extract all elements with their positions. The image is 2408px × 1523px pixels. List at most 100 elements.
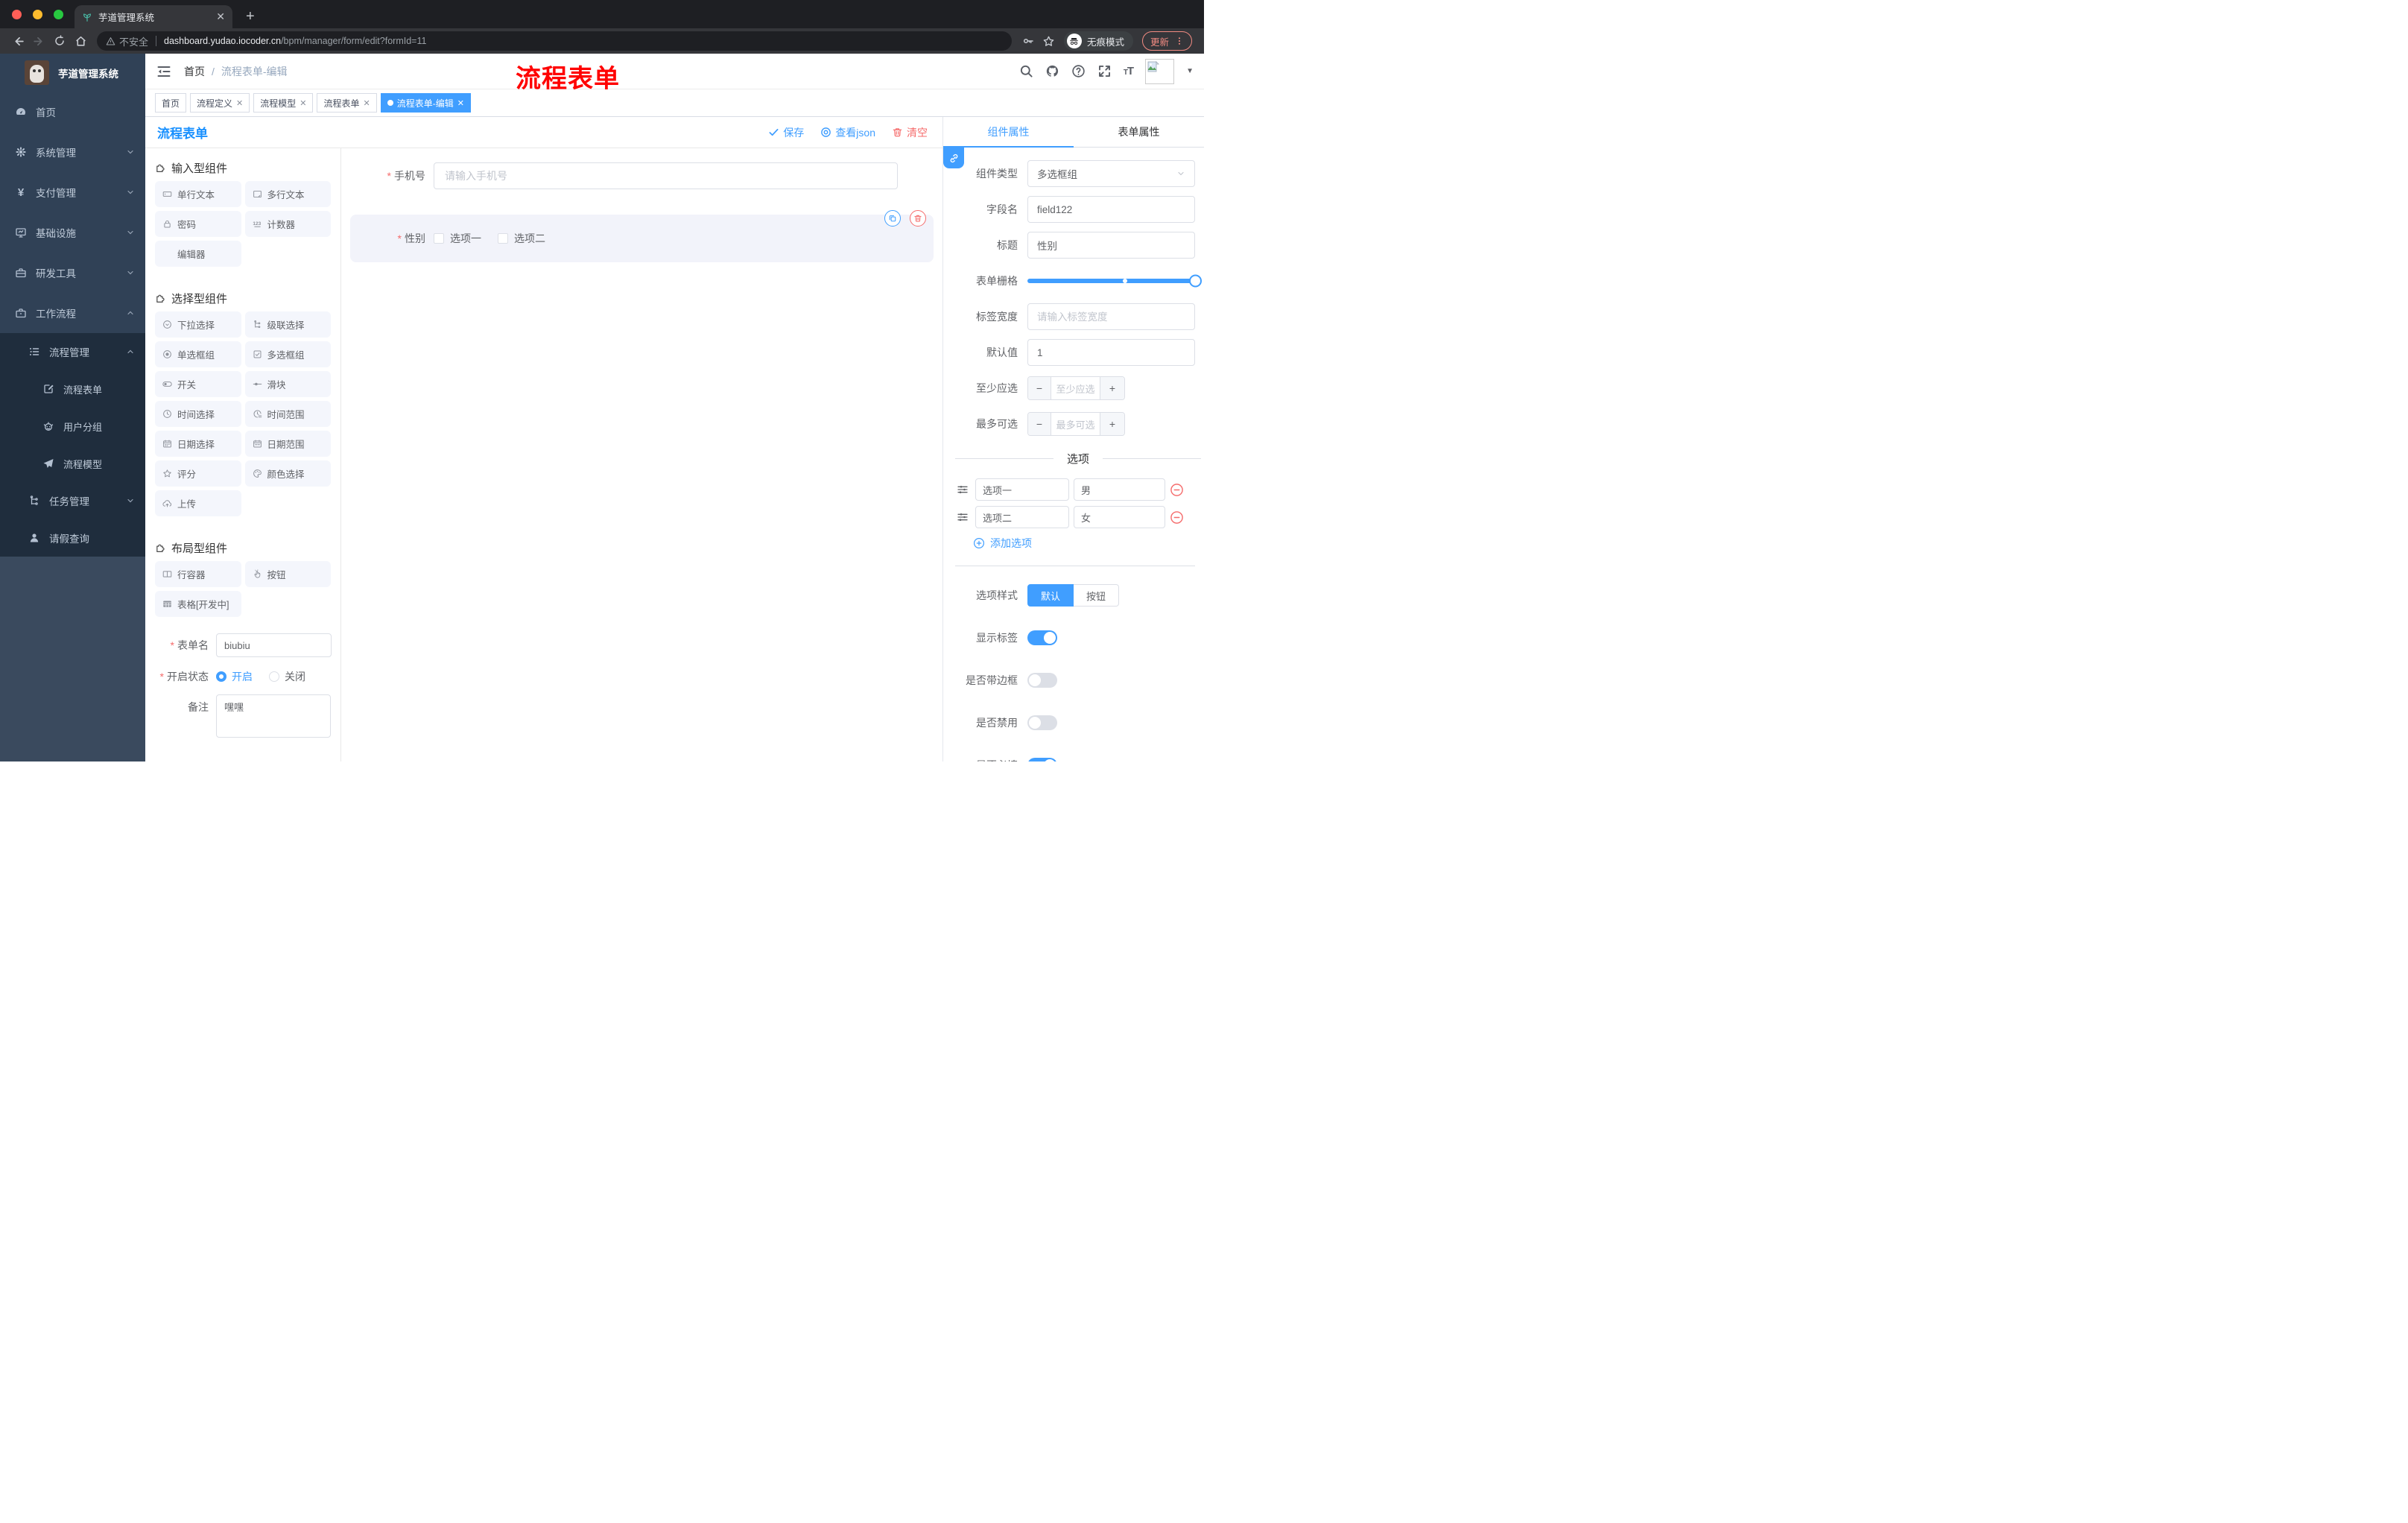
min-select-stepper[interactable]: − 至少应选 + — [1027, 376, 1125, 400]
default-value-input[interactable] — [1027, 339, 1195, 366]
option-value-input[interactable] — [1074, 506, 1165, 528]
palette-item-date-range[interactable]: 日期范围 — [244, 431, 331, 457]
add-option-button[interactable]: 添加选项 — [973, 536, 1204, 551]
home-icon[interactable] — [70, 31, 91, 51]
title-input[interactable] — [1027, 232, 1195, 259]
avatar-caret-icon[interactable]: ▼ — [1186, 67, 1194, 75]
decrease-button[interactable]: − — [1028, 377, 1051, 399]
bookmark-star-icon[interactable] — [1039, 31, 1059, 51]
palette-item-rate[interactable]: 评分 — [155, 460, 241, 487]
option-label-input[interactable] — [975, 506, 1069, 528]
app-logo[interactable]: 芋道管理系统 — [0, 54, 145, 92]
palette-item-editor[interactable]: 编辑器 — [155, 241, 241, 267]
tag-process-form-edit[interactable]: 流程表单-编辑 ✕ — [380, 93, 471, 113]
back-icon[interactable] — [7, 31, 28, 51]
palette-item-slider[interactable]: 滑块 — [244, 371, 331, 397]
sidebar-item-process-manage[interactable]: 流程管理 — [0, 333, 145, 370]
palette-item-counter[interactable]: 123 计数器 — [244, 211, 331, 237]
field-phone[interactable]: 手机号 — [350, 162, 934, 189]
gender-option-1[interactable]: 选项一 — [434, 231, 481, 246]
link-icon[interactable] — [943, 148, 964, 168]
field-name-input[interactable] — [1027, 196, 1195, 223]
maximize-window-button[interactable] — [54, 10, 63, 19]
help-icon[interactable] — [1071, 64, 1086, 78]
field-gender-selected[interactable]: 性别 选项一 选项二 — [350, 210, 934, 262]
palette-item-checkbox-group[interactable]: 多选框组 — [244, 341, 331, 367]
palette-item-date-pick[interactable]: 日期选择 — [155, 431, 241, 457]
font-size-icon[interactable]: TT — [1124, 65, 1134, 77]
form-remark-textarea[interactable]: 嘿嘿 — [216, 694, 331, 738]
sidebar-item-devtools[interactable]: 研发工具 — [0, 253, 145, 293]
palette-item-time-range[interactable]: 时间范围 — [244, 401, 331, 427]
tag-process-definition[interactable]: 流程定义 ✕ — [190, 93, 250, 113]
style-button-button[interactable]: 按钮 — [1074, 584, 1120, 607]
clear-button[interactable]: 清空 — [892, 125, 928, 140]
sidebar-item-payment[interactable]: ¥ 支付管理 — [0, 172, 145, 212]
reload-icon[interactable] — [49, 31, 70, 51]
new-tab-button[interactable]: + — [246, 7, 255, 25]
sidebar-item-task-manage[interactable]: 任务管理 — [0, 482, 145, 519]
palette-item-multi-text[interactable]: 多行文本 — [244, 181, 331, 207]
palette-item-button[interactable]: 按钮 — [244, 561, 331, 587]
show-label-toggle[interactable] — [1027, 630, 1057, 645]
form-canvas[interactable]: 手机号 性别 选项一 选项二 — [341, 148, 942, 762]
status-on-radio[interactable]: 开启 — [216, 669, 253, 684]
search-icon[interactable] — [1019, 64, 1033, 78]
decrease-button[interactable]: − — [1028, 413, 1051, 435]
browser-tab[interactable]: 芋道管理系统 ✕ — [75, 5, 232, 28]
palette-item-radio-group[interactable]: 单选框组 — [155, 341, 241, 367]
drag-handle-icon[interactable] — [957, 511, 969, 523]
delete-field-button[interactable] — [910, 210, 926, 227]
component-type-select[interactable]: 多选框组 — [1027, 160, 1195, 187]
fullscreen-icon[interactable] — [1097, 64, 1112, 78]
sidebar-item-leave-query[interactable]: 请假查询 — [0, 519, 145, 557]
remove-option-button[interactable] — [1170, 483, 1184, 497]
palette-item-switch[interactable]: 开关 — [155, 371, 241, 397]
tab-component-props[interactable]: 组件属性 — [943, 117, 1074, 147]
sidebar-item-process-form[interactable]: 流程表单 — [0, 370, 145, 408]
tag-close-icon[interactable]: ✕ — [457, 98, 464, 108]
tag-home[interactable]: 首页 — [155, 93, 187, 113]
view-json-button[interactable]: 查看json — [820, 125, 875, 140]
checkbox[interactable] — [498, 233, 508, 244]
palette-item-password[interactable]: 密码 — [155, 211, 241, 237]
palette-item-single-text[interactable]: 单行文本 — [155, 181, 241, 207]
min-select-value[interactable]: 至少应选 — [1051, 377, 1100, 399]
style-default-button[interactable]: 默认 — [1027, 584, 1074, 607]
form-name-input[interactable] — [216, 633, 332, 657]
sidebar-item-home[interactable]: 首页 — [0, 92, 145, 132]
max-select-stepper[interactable]: − 最多可选 + — [1027, 412, 1125, 436]
copy-field-button[interactable] — [884, 210, 901, 227]
palette-item-cascader[interactable]: 级联选择 — [244, 311, 331, 338]
save-button[interactable]: 保存 — [768, 125, 804, 140]
palette-item-time-pick[interactable]: 时间选择 — [155, 401, 241, 427]
tab-form-props[interactable]: 表单属性 — [1074, 117, 1204, 147]
palette-item-color-pick[interactable]: 颜色选择 — [244, 460, 331, 487]
remove-option-button[interactable] — [1170, 510, 1184, 525]
breadcrumb-home[interactable]: 首页 — [184, 64, 205, 79]
browser-menu-dots-icon[interactable] — [1175, 36, 1184, 46]
checkbox[interactable] — [434, 233, 444, 244]
minimize-window-button[interactable] — [33, 10, 42, 19]
max-select-value[interactable]: 最多可选 — [1051, 413, 1100, 435]
close-window-button[interactable] — [12, 10, 22, 19]
sidebar-item-workflow[interactable]: 工作流程 — [0, 293, 145, 333]
tag-process-model[interactable]: 流程模型 ✕ — [253, 93, 314, 113]
sidebar-item-process-model[interactable]: 流程模型 — [0, 445, 145, 482]
palette-item-row-container[interactable]: 行容器 — [155, 561, 241, 587]
slider-handle[interactable] — [1189, 274, 1202, 288]
hamburger-fold-icon[interactable] — [156, 64, 171, 79]
forward-icon[interactable] — [28, 31, 49, 51]
option-value-input[interactable] — [1074, 478, 1165, 501]
border-toggle[interactable] — [1027, 673, 1057, 688]
update-button[interactable]: 更新 — [1141, 31, 1192, 51]
gender-option-2[interactable]: 选项二 — [498, 231, 545, 246]
palette-item-upload[interactable]: 上传 — [155, 490, 241, 516]
phone-input[interactable] — [434, 162, 898, 189]
github-icon[interactable] — [1045, 64, 1059, 78]
palette-item-dropdown[interactable]: 下拉选择 — [155, 311, 241, 338]
tag-close-icon[interactable]: ✕ — [236, 98, 243, 108]
status-off-radio[interactable]: 关闭 — [269, 669, 305, 684]
disabled-toggle[interactable] — [1027, 715, 1057, 730]
tab-close-icon[interactable]: ✕ — [216, 10, 225, 23]
